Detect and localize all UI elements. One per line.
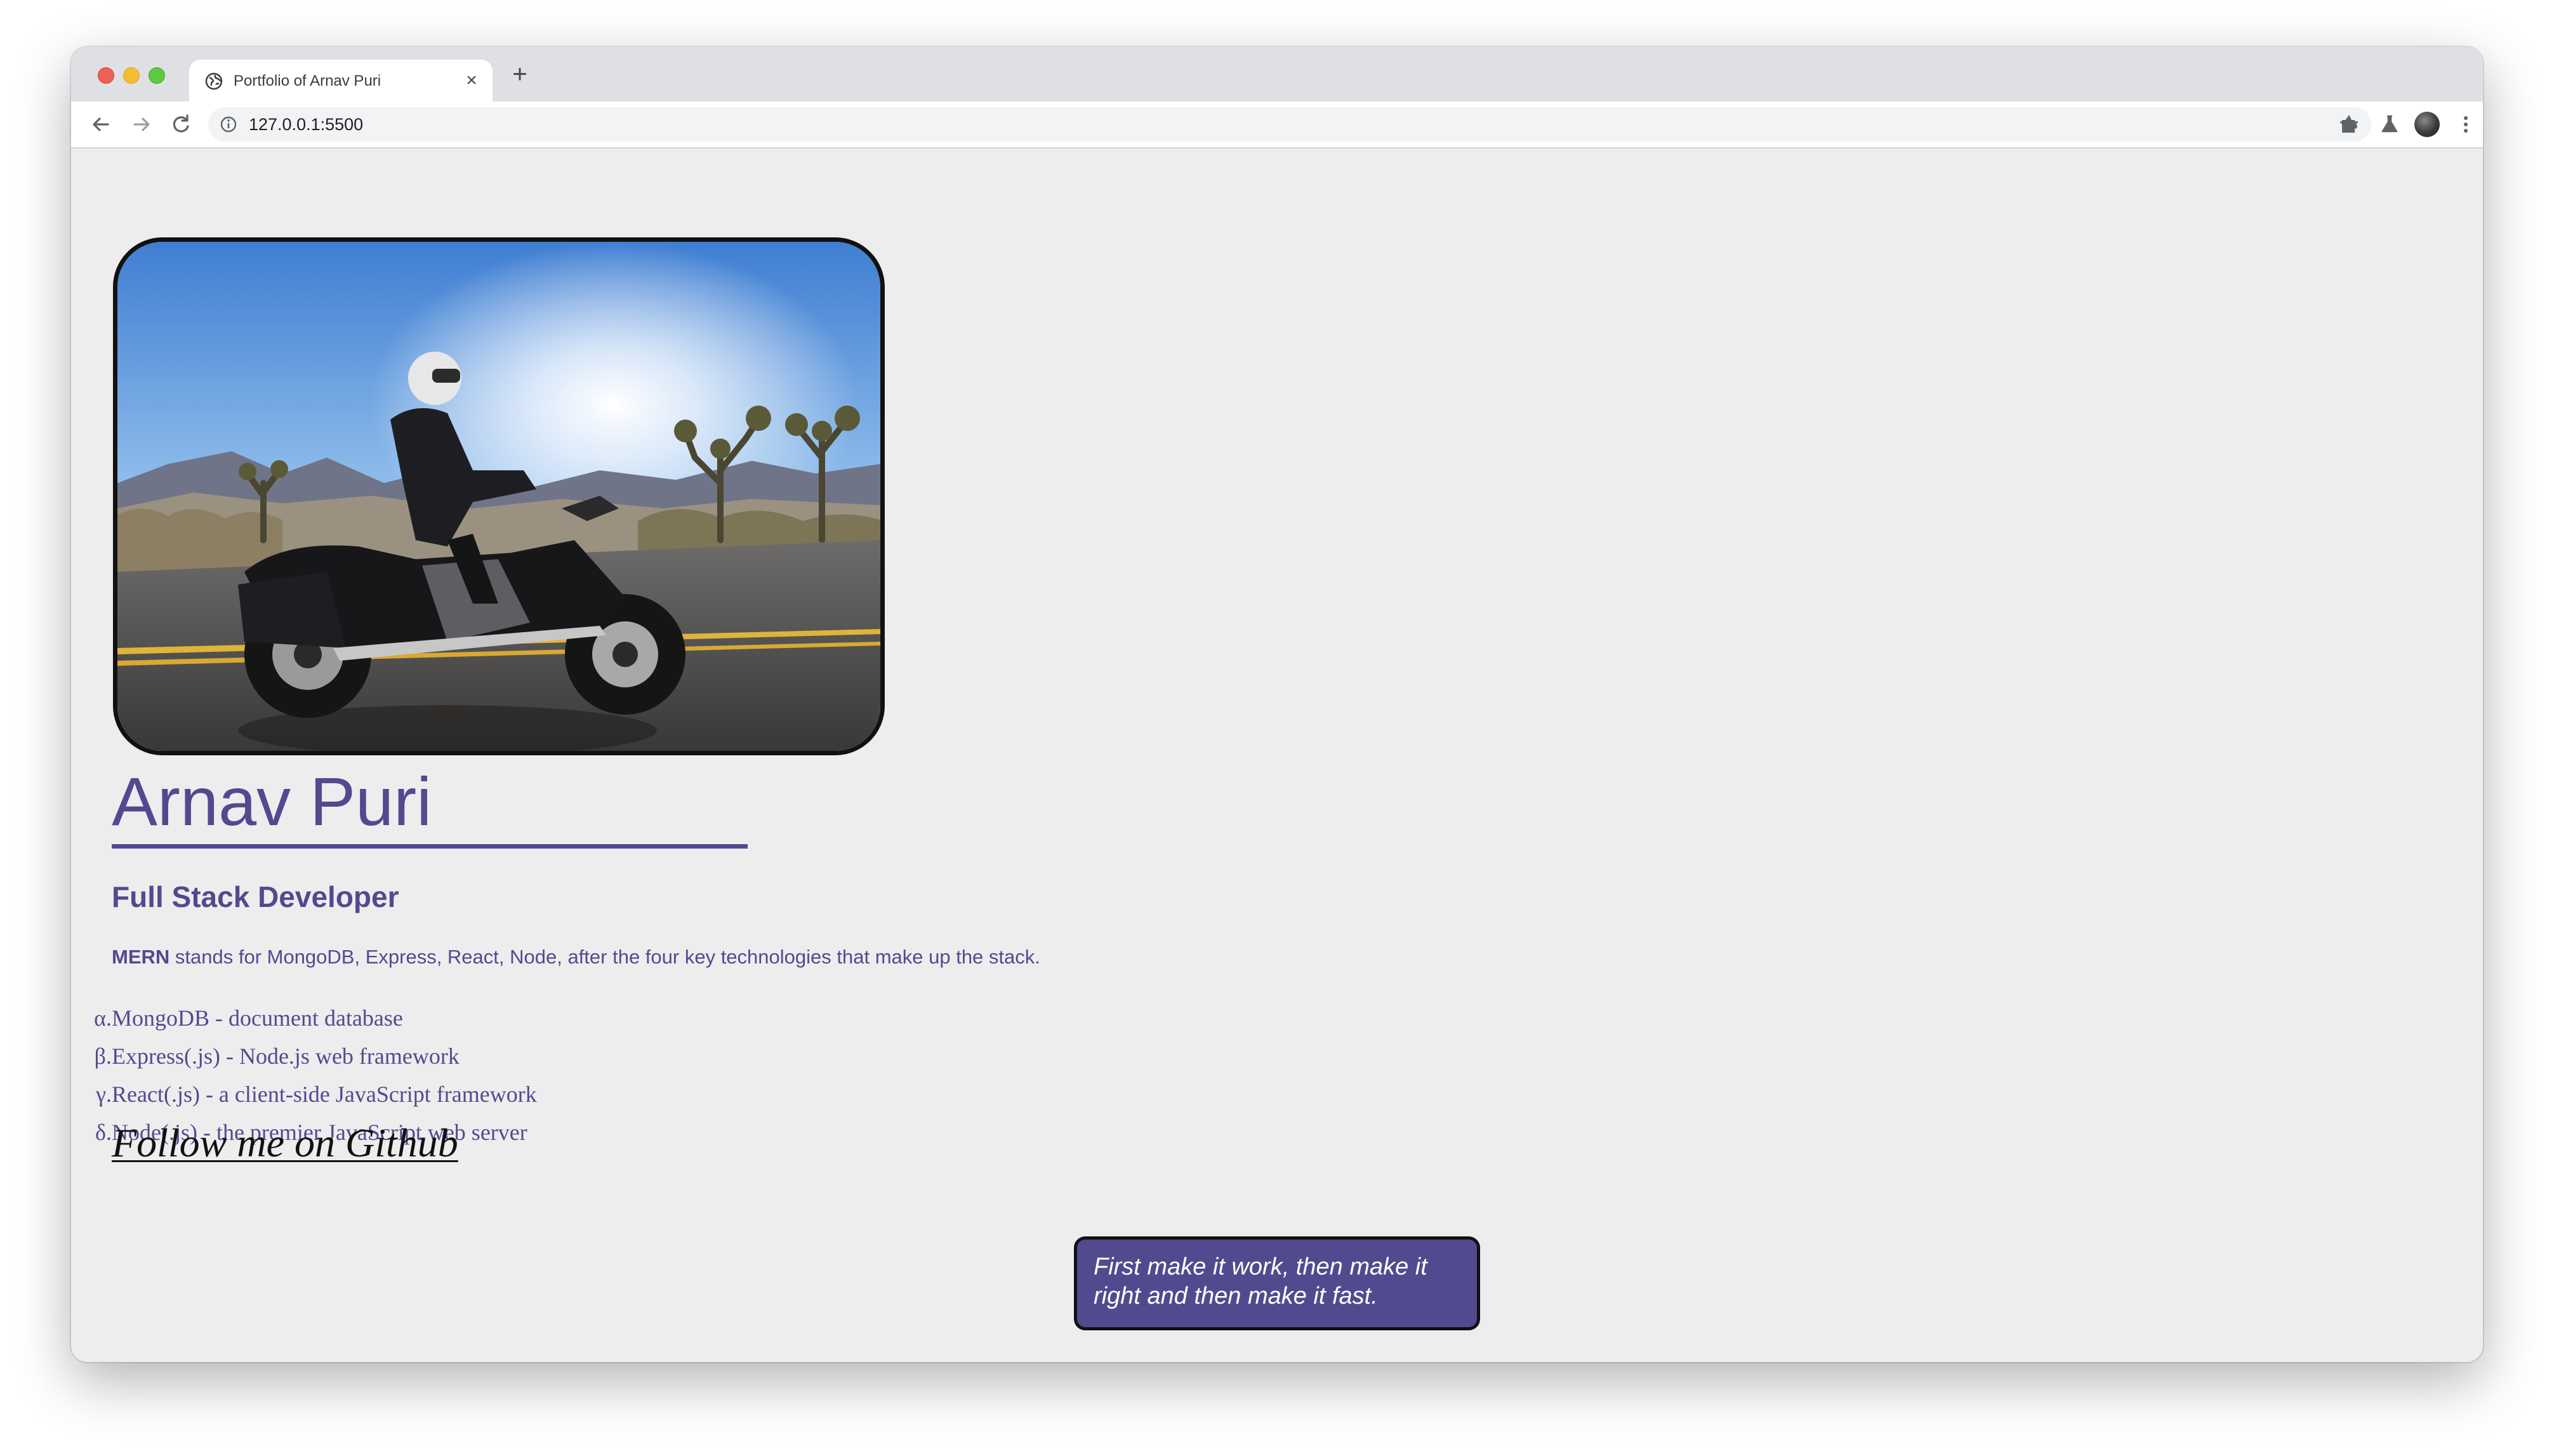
arrow-right-icon[interactable] — [128, 111, 155, 138]
minimize-window-button[interactable] — [123, 67, 140, 84]
list-marker: δ. — [95, 1120, 112, 1145]
close-window-button[interactable] — [98, 67, 114, 84]
arrow-left-icon[interactable] — [88, 111, 114, 138]
list-item-text: React(.js) - a client-side JavaScript fr… — [112, 1082, 537, 1107]
puzzle-icon[interactable] — [2336, 111, 2362, 138]
tab-title: Portfolio of Arnav Puri — [234, 72, 381, 89]
motorcycle-photo — [117, 242, 880, 751]
browser-toolbar: 127.0.0.1:5500 — [71, 102, 2483, 149]
list-item: α. MongoDB - document database — [71, 999, 537, 1037]
avatar[interactable] — [2414, 112, 2440, 137]
reload-icon[interactable] — [168, 111, 194, 138]
kebab-menu-icon[interactable] — [2452, 111, 2479, 138]
list-item-text: MongoDB - document database — [112, 1005, 403, 1031]
list-item-text: Express(.js) - Node.js web framework — [112, 1043, 460, 1069]
list-item: β. Express(.js) - Node.js web framework — [71, 1037, 537, 1075]
mern-description-text: stands for MongoDB, Express, React, Node… — [169, 946, 1040, 968]
mern-description: MERN stands for MongoDB, Express, React,… — [112, 946, 1040, 969]
info-icon[interactable] — [220, 116, 237, 133]
list-marker: α. — [94, 1005, 112, 1031]
browser-window: Portfolio of Arnav Puri × + 127.0.0.1:55… — [71, 47, 2483, 1362]
quote-box: First make it work, then make it right a… — [1074, 1236, 1480, 1330]
list-marker: β. — [94, 1043, 112, 1069]
tab-portfolio[interactable]: Portfolio of Arnav Puri × — [189, 60, 493, 102]
page-content: Arnav Puri Full Stack Developer MERN sta… — [71, 149, 2483, 1362]
maximize-window-button[interactable] — [149, 67, 165, 84]
close-icon[interactable]: × — [461, 70, 482, 91]
url-text[interactable]: 127.0.0.1:5500 — [249, 115, 363, 135]
mern-keyword: MERN — [112, 946, 170, 968]
address-bar[interactable]: 127.0.0.1:5500 — [208, 107, 2371, 142]
list-item: γ. React(.js) - a client-side JavaScript … — [71, 1075, 537, 1113]
page-title: Arnav Puri — [112, 760, 748, 849]
plus-icon[interactable]: + — [506, 61, 533, 88]
globe-icon — [205, 72, 223, 90]
flask-icon[interactable] — [2376, 111, 2403, 138]
github-link[interactable]: Follow me on Github — [112, 1120, 458, 1167]
hero-image — [113, 237, 885, 755]
list-marker: γ. — [96, 1082, 112, 1107]
subtitle: Full Stack Developer — [112, 880, 399, 913]
tab-strip: Portfolio of Arnav Puri × + — [71, 47, 2483, 102]
